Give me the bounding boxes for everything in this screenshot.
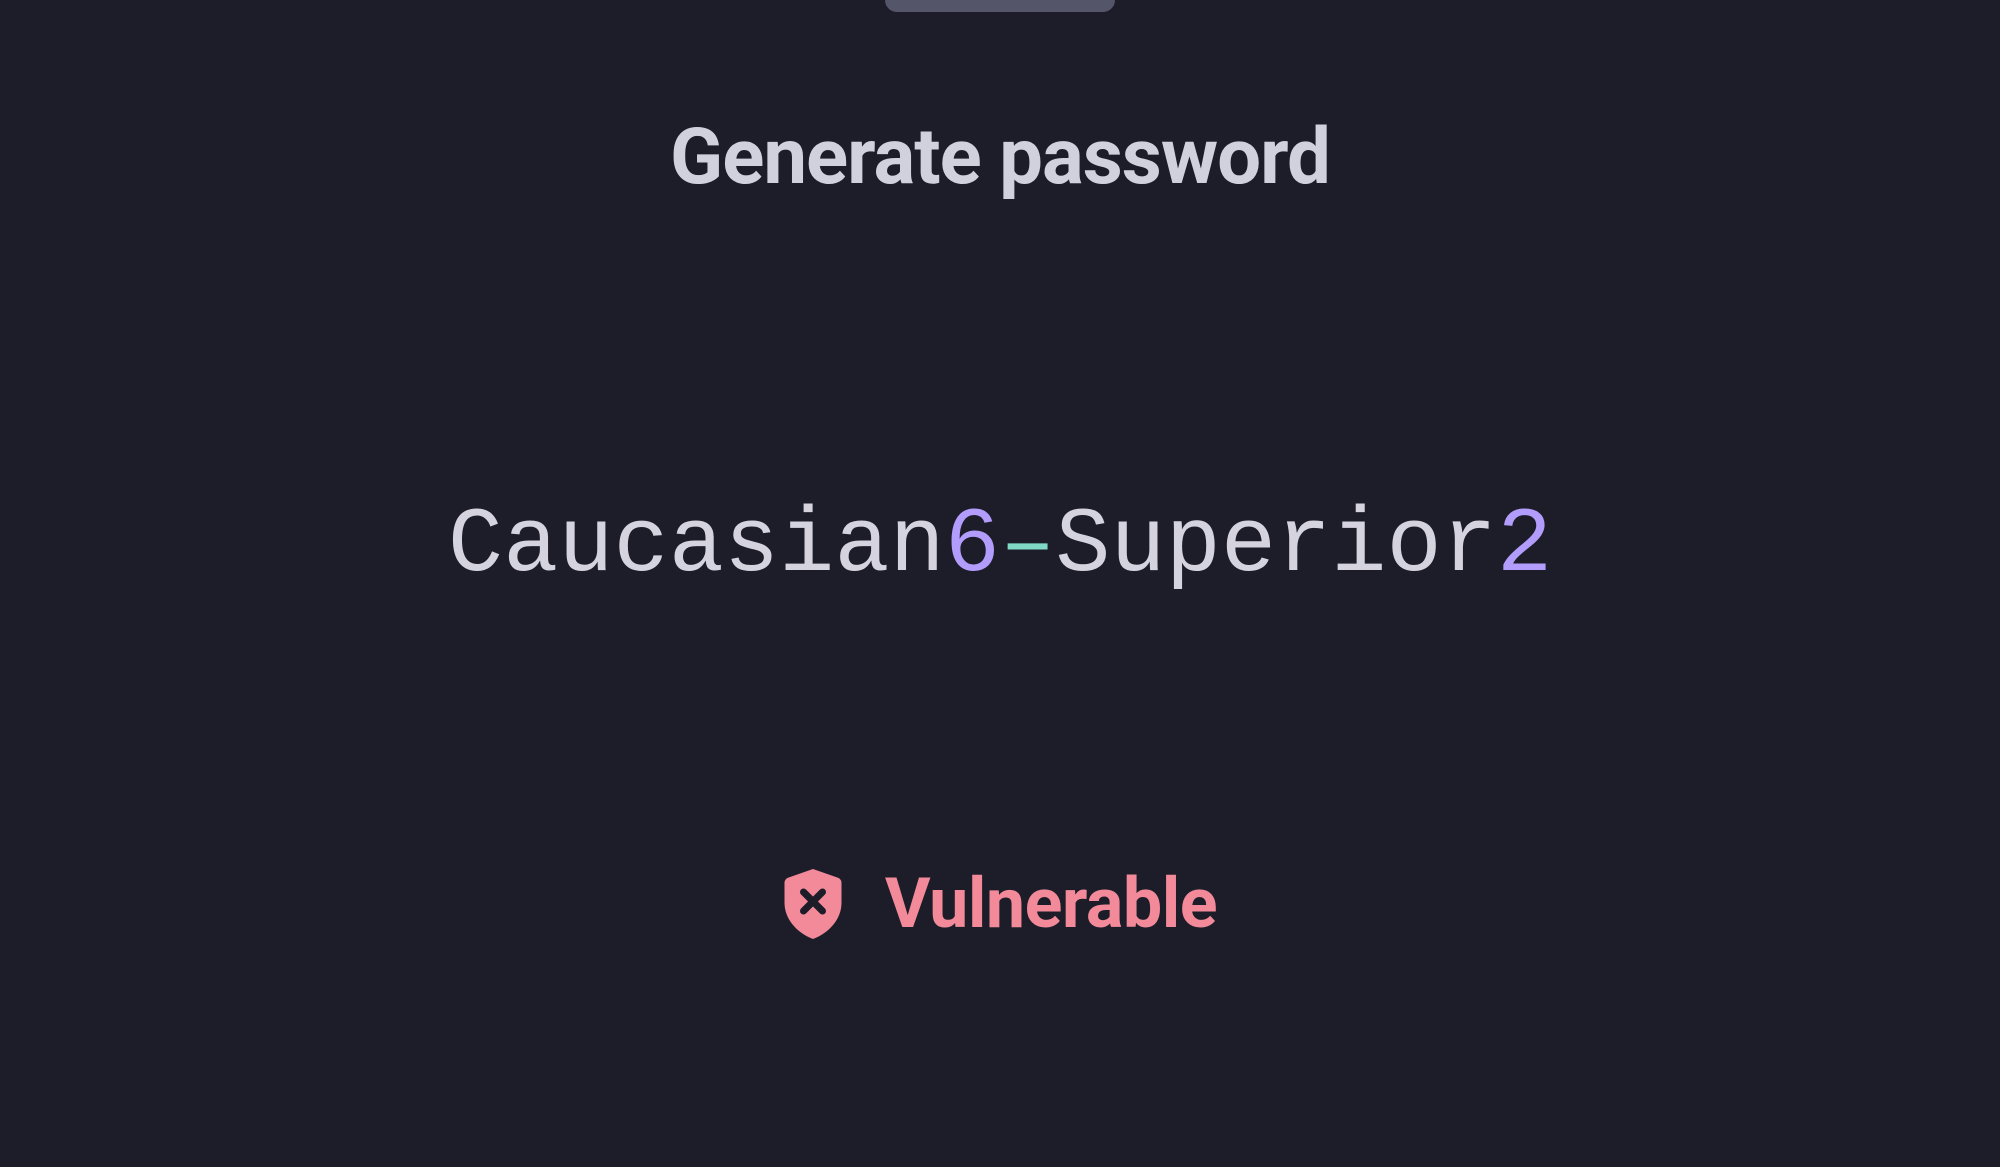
password-segment-symbol: – [1000, 493, 1055, 598]
password-segment-letter: Superior [1055, 493, 1497, 598]
password-segment-digit: 6 [945, 493, 1000, 598]
password-strength-label: Vulnerable [885, 863, 1217, 945]
sheet-drag-handle[interactable] [885, 0, 1115, 12]
shield-x-icon [783, 868, 843, 940]
password-segment-letter: Caucasian [448, 493, 945, 598]
password-strength-row: Vulnerable [783, 863, 1217, 945]
generated-password[interactable]: Caucasian6–Superior2 [448, 493, 1552, 598]
password-segment-digit: 2 [1497, 493, 1552, 598]
page-title: Generate password [670, 112, 1330, 203]
